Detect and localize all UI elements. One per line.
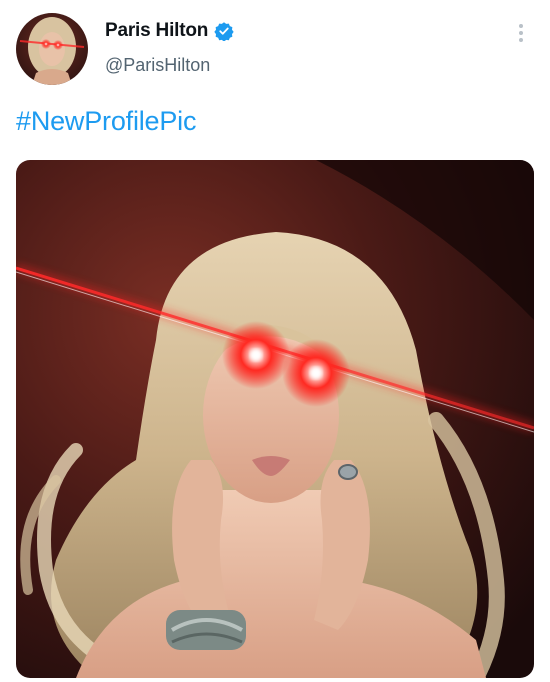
profile-photo [16,160,534,678]
avatar-image [16,13,88,85]
more-options-icon-dot [519,31,523,35]
display-name[interactable]: Paris Hilton [105,20,208,42]
hashtag-link[interactable]: #NewProfilePic [16,106,196,136]
user-handle[interactable]: @ParisHilton [105,55,210,76]
bracelet-shape [166,610,246,650]
more-options-icon [519,24,523,28]
more-options-button[interactable] [508,18,534,48]
tweet-media-image[interactable] [16,160,534,678]
verified-badge-icon [214,21,234,42]
tweet-text: #NewProfilePic [16,106,196,137]
tweet-card: Paris Hilton @ParisHilton #NewProfilePic [0,0,550,682]
name-row: Paris Hilton [105,20,234,42]
more-options-icon-dot [519,38,523,42]
avatar[interactable] [16,13,88,85]
